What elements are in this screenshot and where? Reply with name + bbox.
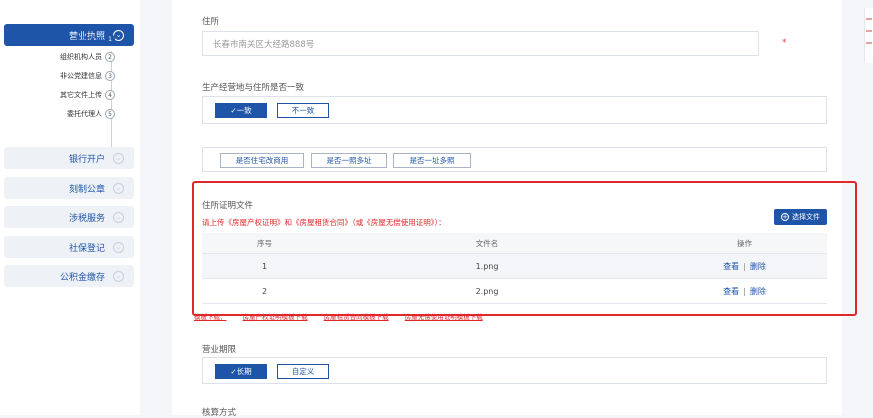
one-license-multi-address-button[interactable]: 是否一照多址	[311, 153, 387, 168]
step-number: 1	[105, 34, 115, 44]
one-address-multi-license-button[interactable]: 是否一址多照	[393, 153, 471, 168]
row-filename: 1.png	[475, 261, 499, 271]
lease-contract-template-link[interactable]: 房屋租赁合同模板下载	[324, 313, 389, 321]
step-org-members[interactable]: 组织机构人员 2	[60, 51, 115, 63]
step-number: 3	[105, 71, 115, 81]
sidebar-item-seal[interactable]: 刻制公章 ⌄	[4, 177, 134, 199]
sidebar-item-bank-account[interactable]: 银行开户 ⌄	[4, 147, 134, 169]
template-download-row: 模板下载： 房屋产权证明模板下载 房屋租赁合同模板下载 房屋无偿使用证明模板下载	[194, 311, 497, 321]
column-header-filename: 文件名	[475, 238, 499, 248]
chevron-down-icon: ⌄	[113, 270, 124, 282]
plus-circle-icon: +	[781, 212, 789, 221]
step-number: 2	[105, 52, 115, 62]
address-value: 长春市南关区大经路888号	[213, 39, 315, 50]
chevron-down-icon: ⌄	[113, 182, 124, 194]
view-link[interactable]: 查看	[723, 261, 739, 272]
form-panel: 住所 长春市南关区大经路888号 * 生产经营地与住所是否一致 ✓一致 不一致 …	[172, 0, 857, 418]
sidebar-item-label: 公积金缴存	[59, 272, 105, 283]
step-connector	[111, 51, 112, 156]
proof-files-label: 住所证明文件	[202, 201, 254, 211]
chevron-down-icon: ⌄	[113, 241, 124, 253]
required-mark: *	[782, 38, 787, 48]
step-agent[interactable]: 委托代理人 5	[67, 108, 115, 120]
property-proof-template-link[interactable]: 房屋产权证明模板下载	[243, 313, 308, 321]
business-term-label: 营业期限	[202, 345, 237, 355]
chevron-down-icon: ⌄	[113, 152, 124, 164]
table-header: 序号 文件名 操作	[202, 233, 827, 254]
action-separator: |	[743, 286, 746, 296]
consistency-label: 生产经营地与住所是否一致	[202, 83, 305, 93]
sidebar-item-label: 银行开户	[68, 154, 105, 165]
toolbar-mark	[866, 18, 872, 20]
sidebar-item-label: 涉税服务	[68, 213, 105, 224]
step-number: 5	[105, 109, 115, 119]
consistent-no-button[interactable]: 不一致	[277, 103, 329, 118]
row-index: 1	[261, 261, 268, 271]
sidebar-item-housing-fund[interactable]: 公积金缴存 ⌄	[4, 265, 134, 287]
residential-to-commercial-button[interactable]: 是否住宅改商用	[220, 153, 304, 168]
step-basic-info[interactable]: 基本信息 1	[74, 33, 115, 45]
sidebar-item-tax[interactable]: 涉税服务 ⌄	[4, 206, 134, 228]
action-separator: |	[743, 261, 746, 271]
file-table: 序号 文件名 操作 1 1.png 查看 | 删除 2 2.png 查看 | 删…	[202, 233, 827, 304]
address-input[interactable]: 长春市南关区大经路888号	[202, 31, 759, 56]
step-party-building[interactable]: 非公党建信息 3	[60, 70, 115, 82]
upload-instruction: 请上传《房屋产权证明》和《房屋租赁合同》（或《房屋无偿使用证明》）：	[202, 218, 446, 227]
template-download-label: 模板下载：	[194, 313, 227, 321]
step-other-files[interactable]: 其它文件上传 4	[60, 89, 115, 101]
consistency-option-box: ✓一致 不一致	[202, 96, 827, 124]
column-header-index: 序号	[257, 238, 272, 248]
step-label: 其它文件上传	[60, 91, 102, 99]
toolbar-mark	[866, 42, 872, 44]
step-list: 基本信息 1 组织机构人员 2 非公党建信息 3 其它文件上传 4 委托代理人 …	[0, 33, 140, 156]
row-actions: 查看 | 删除	[662, 254, 827, 278]
column-header-actions: 操作	[737, 238, 752, 248]
step-label: 委托代理人	[67, 110, 102, 118]
row-index: 2	[261, 286, 268, 296]
step-label: 基本信息	[74, 35, 102, 43]
delete-link[interactable]: 删除	[750, 286, 766, 297]
row-actions: 查看 | 删除	[662, 279, 827, 303]
address-label: 住所	[202, 17, 220, 27]
toolbar-mark	[866, 30, 872, 32]
select-file-button[interactable]: + 选择文件	[774, 209, 827, 225]
table-row: 2 2.png 查看 | 删除	[202, 279, 827, 304]
sidebar: 营业执照 ⌄ 基本信息 1 组织机构人员 2 非公党建信息 3 其它文件上传 4…	[0, 0, 140, 415]
row-filename: 2.png	[475, 286, 499, 296]
free-use-proof-template-link[interactable]: 房屋无偿使用证明模板下载	[405, 313, 483, 321]
sidebar-item-label: 刻制公章	[68, 184, 105, 195]
delete-link[interactable]: 删除	[750, 261, 766, 272]
step-label: 非公党建信息	[60, 72, 102, 80]
chevron-down-icon: ⌄	[113, 211, 124, 223]
select-file-label: 选择文件	[792, 213, 820, 221]
business-term-option-box: ✓长期 自定义	[202, 357, 827, 384]
side-toolbar[interactable]	[864, 8, 873, 63]
accounting-method-label: 核算方式	[202, 408, 237, 418]
sidebar-item-social-security[interactable]: 社保登记 ⌄	[4, 236, 134, 258]
term-custom-button[interactable]: 自定义	[277, 364, 329, 379]
term-long-button[interactable]: ✓长期	[215, 364, 267, 379]
residence-options-box: 是否住宅改商用 是否一照多址 是否一址多照	[202, 147, 827, 172]
step-number: 4	[105, 90, 115, 100]
step-label: 组织机构人员	[60, 53, 102, 61]
sidebar-item-label: 社保登记	[68, 243, 105, 254]
view-link[interactable]: 查看	[723, 286, 739, 297]
table-row: 1 1.png 查看 | 删除	[202, 254, 827, 279]
consistent-yes-button[interactable]: ✓一致	[215, 103, 267, 118]
